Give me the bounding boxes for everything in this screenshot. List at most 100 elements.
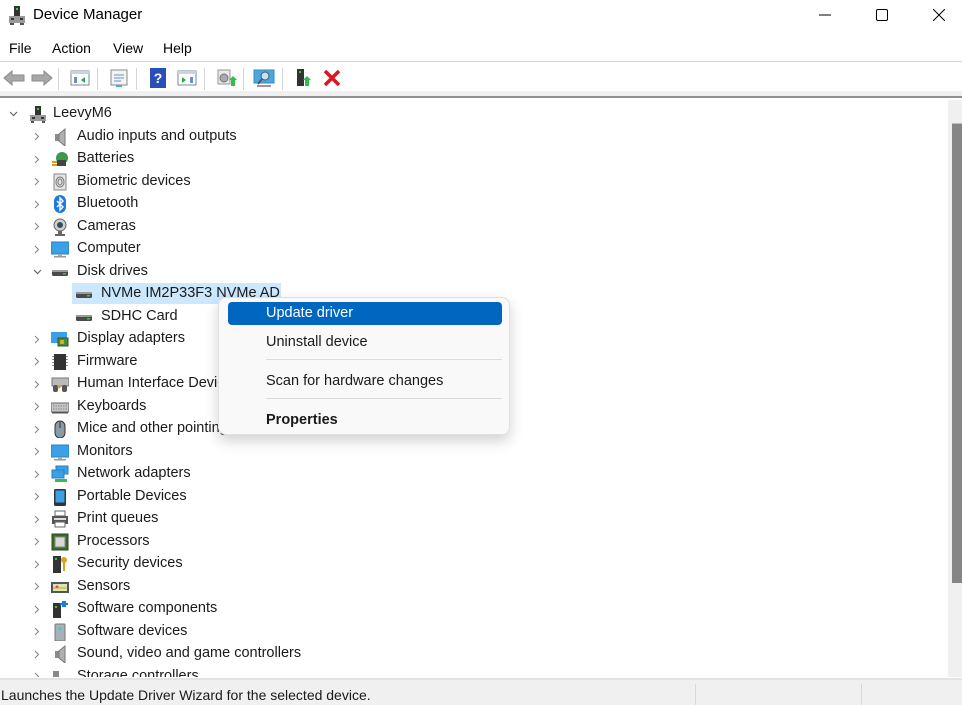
toolbar-separator xyxy=(204,68,205,90)
toolbar-separator xyxy=(58,68,59,90)
toolbar-separator xyxy=(97,68,98,90)
storage-controller-icon xyxy=(51,668,69,677)
chevron-right-icon[interactable] xyxy=(32,244,42,254)
tree-category-disk-drives[interactable]: Disk drives xyxy=(0,261,940,283)
action-pane-icon xyxy=(177,70,197,86)
tree-category-software-devices[interactable]: Software devices xyxy=(0,621,940,643)
context-menu-separator xyxy=(266,359,502,360)
context-menu-update-driver[interactable]: Update driver xyxy=(228,302,502,325)
sensor-icon xyxy=(51,578,69,596)
tree-category-bluetooth[interactable]: Bluetooth xyxy=(0,193,940,215)
scrollbar-thumb[interactable] xyxy=(952,123,962,583)
tree-category-print-queues[interactable]: Print queues xyxy=(0,508,940,530)
tree-item-label: Computer xyxy=(77,240,141,256)
toolbar: ? xyxy=(0,62,962,94)
chevron-right-icon[interactable] xyxy=(32,379,42,389)
context-menu-uninstall-device[interactable]: Uninstall device xyxy=(228,331,502,354)
tree-category-storage-controllers[interactable]: Storage controllers xyxy=(0,666,940,678)
tree-category-sound-video-and-game-controllers[interactable]: Sound, video and game controllers xyxy=(0,643,940,665)
context-menu-properties[interactable]: Properties xyxy=(228,409,502,432)
tree-root-computer[interactable]: LeevyM6 xyxy=(0,103,940,125)
disk-drive-icon xyxy=(75,308,93,326)
tree-item-label: Batteries xyxy=(77,150,135,166)
context-menu-scan-hardware[interactable]: Scan for hardware changes xyxy=(228,370,502,393)
chevron-right-icon[interactable] xyxy=(32,514,42,524)
menu-help[interactable]: Help xyxy=(163,40,192,56)
tree-category-biometric-devices[interactable]: Biometric devices xyxy=(0,171,940,193)
tree-category-computer[interactable]: Computer xyxy=(0,238,940,260)
monitor-icon xyxy=(50,240,70,258)
tree-category-audio-inputs-and-outputs[interactable]: Audio inputs and outputs xyxy=(0,126,940,148)
chevron-right-icon[interactable] xyxy=(32,132,42,142)
uninstall-device-button[interactable] xyxy=(320,66,344,90)
menu-action[interactable]: Action xyxy=(52,40,91,56)
chevron-right-icon[interactable] xyxy=(32,559,42,569)
help-button[interactable]: ? xyxy=(146,66,170,90)
chevron-right-icon[interactable] xyxy=(32,582,42,592)
tree-item-label: Processors xyxy=(77,532,150,549)
tree-category-network-adapters[interactable]: Network adapters xyxy=(0,463,940,485)
red-x-icon xyxy=(323,69,341,87)
chevron-right-icon[interactable] xyxy=(32,222,42,232)
tree-item-label: Software components xyxy=(77,600,218,616)
chevron-right-icon[interactable] xyxy=(32,334,42,344)
vertical-scrollbar[interactable] xyxy=(948,100,962,677)
tree-item-label: Security devices xyxy=(77,555,183,571)
chevron-right-icon[interactable] xyxy=(32,649,42,659)
show-hide-console-tree-button[interactable] xyxy=(68,66,92,90)
tree-category-software-components[interactable]: Software components xyxy=(0,598,940,620)
back-button[interactable] xyxy=(2,66,26,90)
tree-category-monitors[interactable]: Monitors xyxy=(0,441,940,463)
enable-device-button[interactable] xyxy=(292,66,316,90)
scan-hardware-button[interactable] xyxy=(252,66,276,90)
update-driver-button[interactable] xyxy=(214,66,238,90)
update-driver-icon xyxy=(217,69,237,86)
tree-category-security-devices[interactable]: Security devices xyxy=(0,553,940,575)
tree-item-label: Keyboards xyxy=(77,397,147,414)
chevron-right-icon[interactable] xyxy=(32,627,42,637)
fingerprint-icon xyxy=(51,173,69,191)
properties-button[interactable] xyxy=(107,66,131,90)
chevron-right-icon[interactable] xyxy=(32,199,42,209)
close-button[interactable] xyxy=(910,0,962,30)
network-icon xyxy=(51,465,69,483)
chevron-right-icon[interactable] xyxy=(32,537,42,547)
tree-item-label: Bluetooth xyxy=(77,195,139,211)
menu-view[interactable]: View xyxy=(113,40,143,56)
menu-bar: File Action View Help xyxy=(0,36,962,60)
chevron-right-icon[interactable] xyxy=(32,402,42,412)
status-separator xyxy=(695,684,696,705)
maximize-button[interactable] xyxy=(853,0,911,30)
forward-button[interactable] xyxy=(30,66,54,90)
chevron-right-icon[interactable] xyxy=(32,177,42,187)
chevron-right-icon[interactable] xyxy=(32,447,42,457)
chevron-right-icon[interactable] xyxy=(32,672,42,677)
chevron-right-icon[interactable] xyxy=(32,424,42,434)
tree-category-portable-devices[interactable]: Portable Devices xyxy=(0,486,940,508)
disk-drive-icon xyxy=(51,263,69,281)
toolbar-separator xyxy=(282,68,283,90)
tree-category-cameras[interactable]: Cameras xyxy=(0,216,940,238)
chevron-right-icon[interactable] xyxy=(32,604,42,614)
tree-item-label: Cameras xyxy=(77,217,136,234)
computer-tower-icon xyxy=(29,105,47,123)
chevron-right-icon[interactable] xyxy=(32,357,42,367)
chevron-right-icon[interactable] xyxy=(32,469,42,479)
properties-icon xyxy=(110,69,128,87)
keyboard-icon xyxy=(50,398,70,416)
context-menu-separator xyxy=(266,398,502,399)
chevron-down-icon[interactable] xyxy=(8,109,18,119)
tree-category-processors[interactable]: Processors xyxy=(0,531,940,553)
chevron-right-icon[interactable] xyxy=(32,492,42,502)
tree-category-batteries[interactable]: Batteries xyxy=(0,148,940,170)
minimize-button[interactable] xyxy=(796,0,854,30)
show-hide-action-pane-button[interactable] xyxy=(175,66,199,90)
tree-item-label: Storage controllers xyxy=(77,667,199,678)
menu-file[interactable]: File xyxy=(9,40,32,56)
tree-item-label: Audio inputs and outputs xyxy=(77,127,237,144)
window-title: Device Manager xyxy=(33,6,143,23)
tree-category-sensors[interactable]: Sensors xyxy=(0,576,940,598)
help-icon: ? xyxy=(150,68,166,88)
chevron-right-icon[interactable] xyxy=(32,154,42,164)
chevron-down-icon[interactable] xyxy=(32,267,42,277)
